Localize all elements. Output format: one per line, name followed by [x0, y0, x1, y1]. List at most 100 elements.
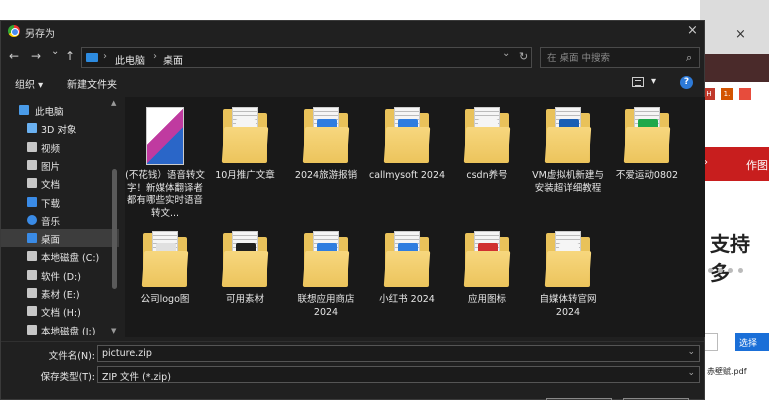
drive-icon: [27, 306, 37, 317]
recent-locations-icon[interactable]: ⌄: [51, 46, 59, 57]
filetype-select[interactable]: ZIP 文件 (*.zip) ⌄: [97, 366, 700, 383]
file-name: 自媒体转官网 2024: [539, 294, 597, 318]
folder-icon: [382, 229, 432, 291]
filename-field[interactable]: picture.zip ⌄: [97, 345, 700, 362]
scrollbar-thumb[interactable]: [112, 169, 117, 289]
make-image-label: 作图: [746, 159, 768, 172]
select-button[interactable]: 选择: [735, 333, 769, 351]
drive-icon: [27, 251, 37, 262]
breadcrumb-separator: ›: [103, 51, 107, 62]
browser-toolbar: [700, 54, 769, 82]
dialog-title: 另存为: [25, 29, 55, 40]
folder-icon: [140, 229, 190, 291]
scroll-down-icon[interactable]: ▼: [111, 327, 116, 335]
folder-item[interactable]: 不爱运动0802: [607, 105, 687, 183]
sidebar-item-label: 视频: [41, 143, 61, 155]
sidebar-item[interactable]: 桌面: [1, 229, 119, 248]
filetype-dropdown-icon[interactable]: ⌄: [687, 368, 695, 378]
address-bar[interactable]: › 此电脑 › 桌面 ⌄ ↻: [81, 47, 532, 68]
file-name: 应用图标: [467, 294, 506, 305]
extension-badges: H 1.: [703, 88, 751, 100]
red-menu-bar[interactable]: › 作图: [700, 147, 769, 181]
desktop-icon: [27, 233, 37, 244]
new-folder-button[interactable]: 新建文件夹: [67, 76, 117, 91]
navigation-scrollbar[interactable]: ▲ ▼: [109, 99, 120, 337]
folder-item[interactable]: VM虚拟机新建与安装超详细教程: [528, 105, 608, 195]
folder-item[interactable]: csdn养号: [447, 105, 527, 183]
pdf-file-name: 赤壁赋.pdf: [707, 367, 747, 376]
extension-badge-icon[interactable]: 1.: [721, 88, 733, 100]
breadcrumb-this-pc[interactable]: 此电脑: [115, 52, 145, 67]
folder-item[interactable]: 10月推广文章: [205, 105, 285, 183]
drive-icon: [27, 288, 37, 298]
folder-item[interactable]: 自媒体转官网 2024: [528, 229, 608, 319]
dialog-titlebar: 另存为 ×: [1, 21, 704, 43]
search-input[interactable]: [547, 51, 677, 65]
filetype-label: 保存类型(T):: [40, 372, 95, 383]
breadcrumb-separator: ›: [153, 51, 157, 62]
filetype-value[interactable]: ZIP 文件 (*.zip): [102, 369, 171, 383]
folder-icon: [462, 105, 512, 167]
sidebar-item-label: 音乐: [41, 216, 61, 228]
filename-value[interactable]: picture.zip: [102, 348, 152, 359]
file-name: 公司logo图: [140, 294, 190, 305]
drive-icon: [27, 269, 37, 280]
sidebar-item[interactable]: 下载: [1, 193, 119, 211]
music-icon: [27, 214, 37, 225]
sidebar-item[interactable]: 此电脑: [1, 101, 119, 119]
folder-icon: [220, 105, 270, 167]
folder-icon: [462, 229, 512, 291]
sidebar-item[interactable]: 素材 (E:): [1, 284, 119, 302]
search-box[interactable]: ⌕: [540, 47, 700, 68]
folder-icon: [301, 229, 351, 291]
scroll-up-icon[interactable]: ▲: [111, 99, 116, 107]
help-icon[interactable]: ?: [680, 76, 693, 89]
sidebar-item[interactable]: 本地磁盘 (C:): [1, 247, 119, 265]
search-icon[interactable]: ⌕: [686, 51, 692, 65]
folder-item[interactable]: 2024旅游报销: [286, 105, 366, 183]
close-icon[interactable]: ×: [687, 23, 698, 38]
up-arrow-icon[interactable]: ↑: [65, 49, 75, 63]
video-icon: [27, 141, 37, 152]
extension-badge-icon[interactable]: [739, 88, 751, 100]
sidebar-item[interactable]: 文档 (H:): [1, 302, 119, 320]
forward-arrow-icon[interactable]: →: [31, 49, 41, 63]
sidebar-item[interactable]: 3D 对象: [1, 119, 119, 137]
sidebar-item[interactable]: 本地磁盘 (J:): [1, 321, 119, 335]
view-dropdown-icon[interactable]: ▾: [651, 76, 656, 87]
breadcrumb-desktop[interactable]: 桌面: [163, 52, 183, 67]
background-input[interactable]: [704, 333, 718, 351]
folder-icon: [301, 105, 351, 167]
filename-dropdown-icon[interactable]: ⌄: [687, 347, 695, 357]
file-name: 联想应用商店 2024: [297, 294, 355, 318]
back-arrow-icon[interactable]: ←: [9, 49, 19, 63]
sidebar-item-label: 此电脑: [35, 107, 64, 118]
sidebar-item[interactable]: 音乐: [1, 211, 119, 229]
file-name: 小红书 2024: [379, 294, 435, 305]
address-dropdown-icon[interactable]: ⌄: [502, 48, 510, 59]
download-icon: [27, 196, 37, 207]
folder-item[interactable]: callmysoft 2024: [367, 105, 447, 183]
filename-label: 文件名(N):: [48, 351, 95, 362]
sidebar-item-label: 图片: [41, 161, 61, 173]
organize-button[interactable]: 组织 ▾: [15, 76, 43, 91]
file-name: 不爱运动0802: [615, 170, 679, 181]
refresh-icon[interactable]: ↻: [519, 50, 528, 63]
sidebar-item[interactable]: 图片: [1, 156, 119, 174]
drive-icon: [27, 324, 37, 335]
sidebar-item[interactable]: 软件 (D:): [1, 266, 119, 284]
folder-item[interactable]: 联想应用商店 2024: [286, 229, 366, 319]
view-options-icon[interactable]: [632, 77, 644, 87]
file-item[interactable]: (不花钱）语音转文字！新媒体翻译者都有哪些实时语音转文...: [125, 105, 205, 220]
folder-item[interactable]: 可用素材: [205, 229, 285, 307]
folder-item[interactable]: 公司logo图: [125, 229, 205, 307]
file-name: 可用素材: [225, 294, 264, 305]
image-file-icon: [140, 105, 190, 167]
browser-close-icon[interactable]: ×: [735, 27, 746, 42]
file-list: (不花钱）语音转文字！新媒体翻译者都有哪些实时语音转文... 10月推广文章 202…: [125, 97, 705, 337]
folder-item[interactable]: 小红书 2024: [367, 229, 447, 307]
sidebar-item[interactable]: 视频: [1, 138, 119, 156]
sidebar-item[interactable]: 文档: [1, 174, 119, 192]
carousel-dots[interactable]: [708, 268, 743, 273]
folder-item[interactable]: 应用图标: [447, 229, 527, 307]
